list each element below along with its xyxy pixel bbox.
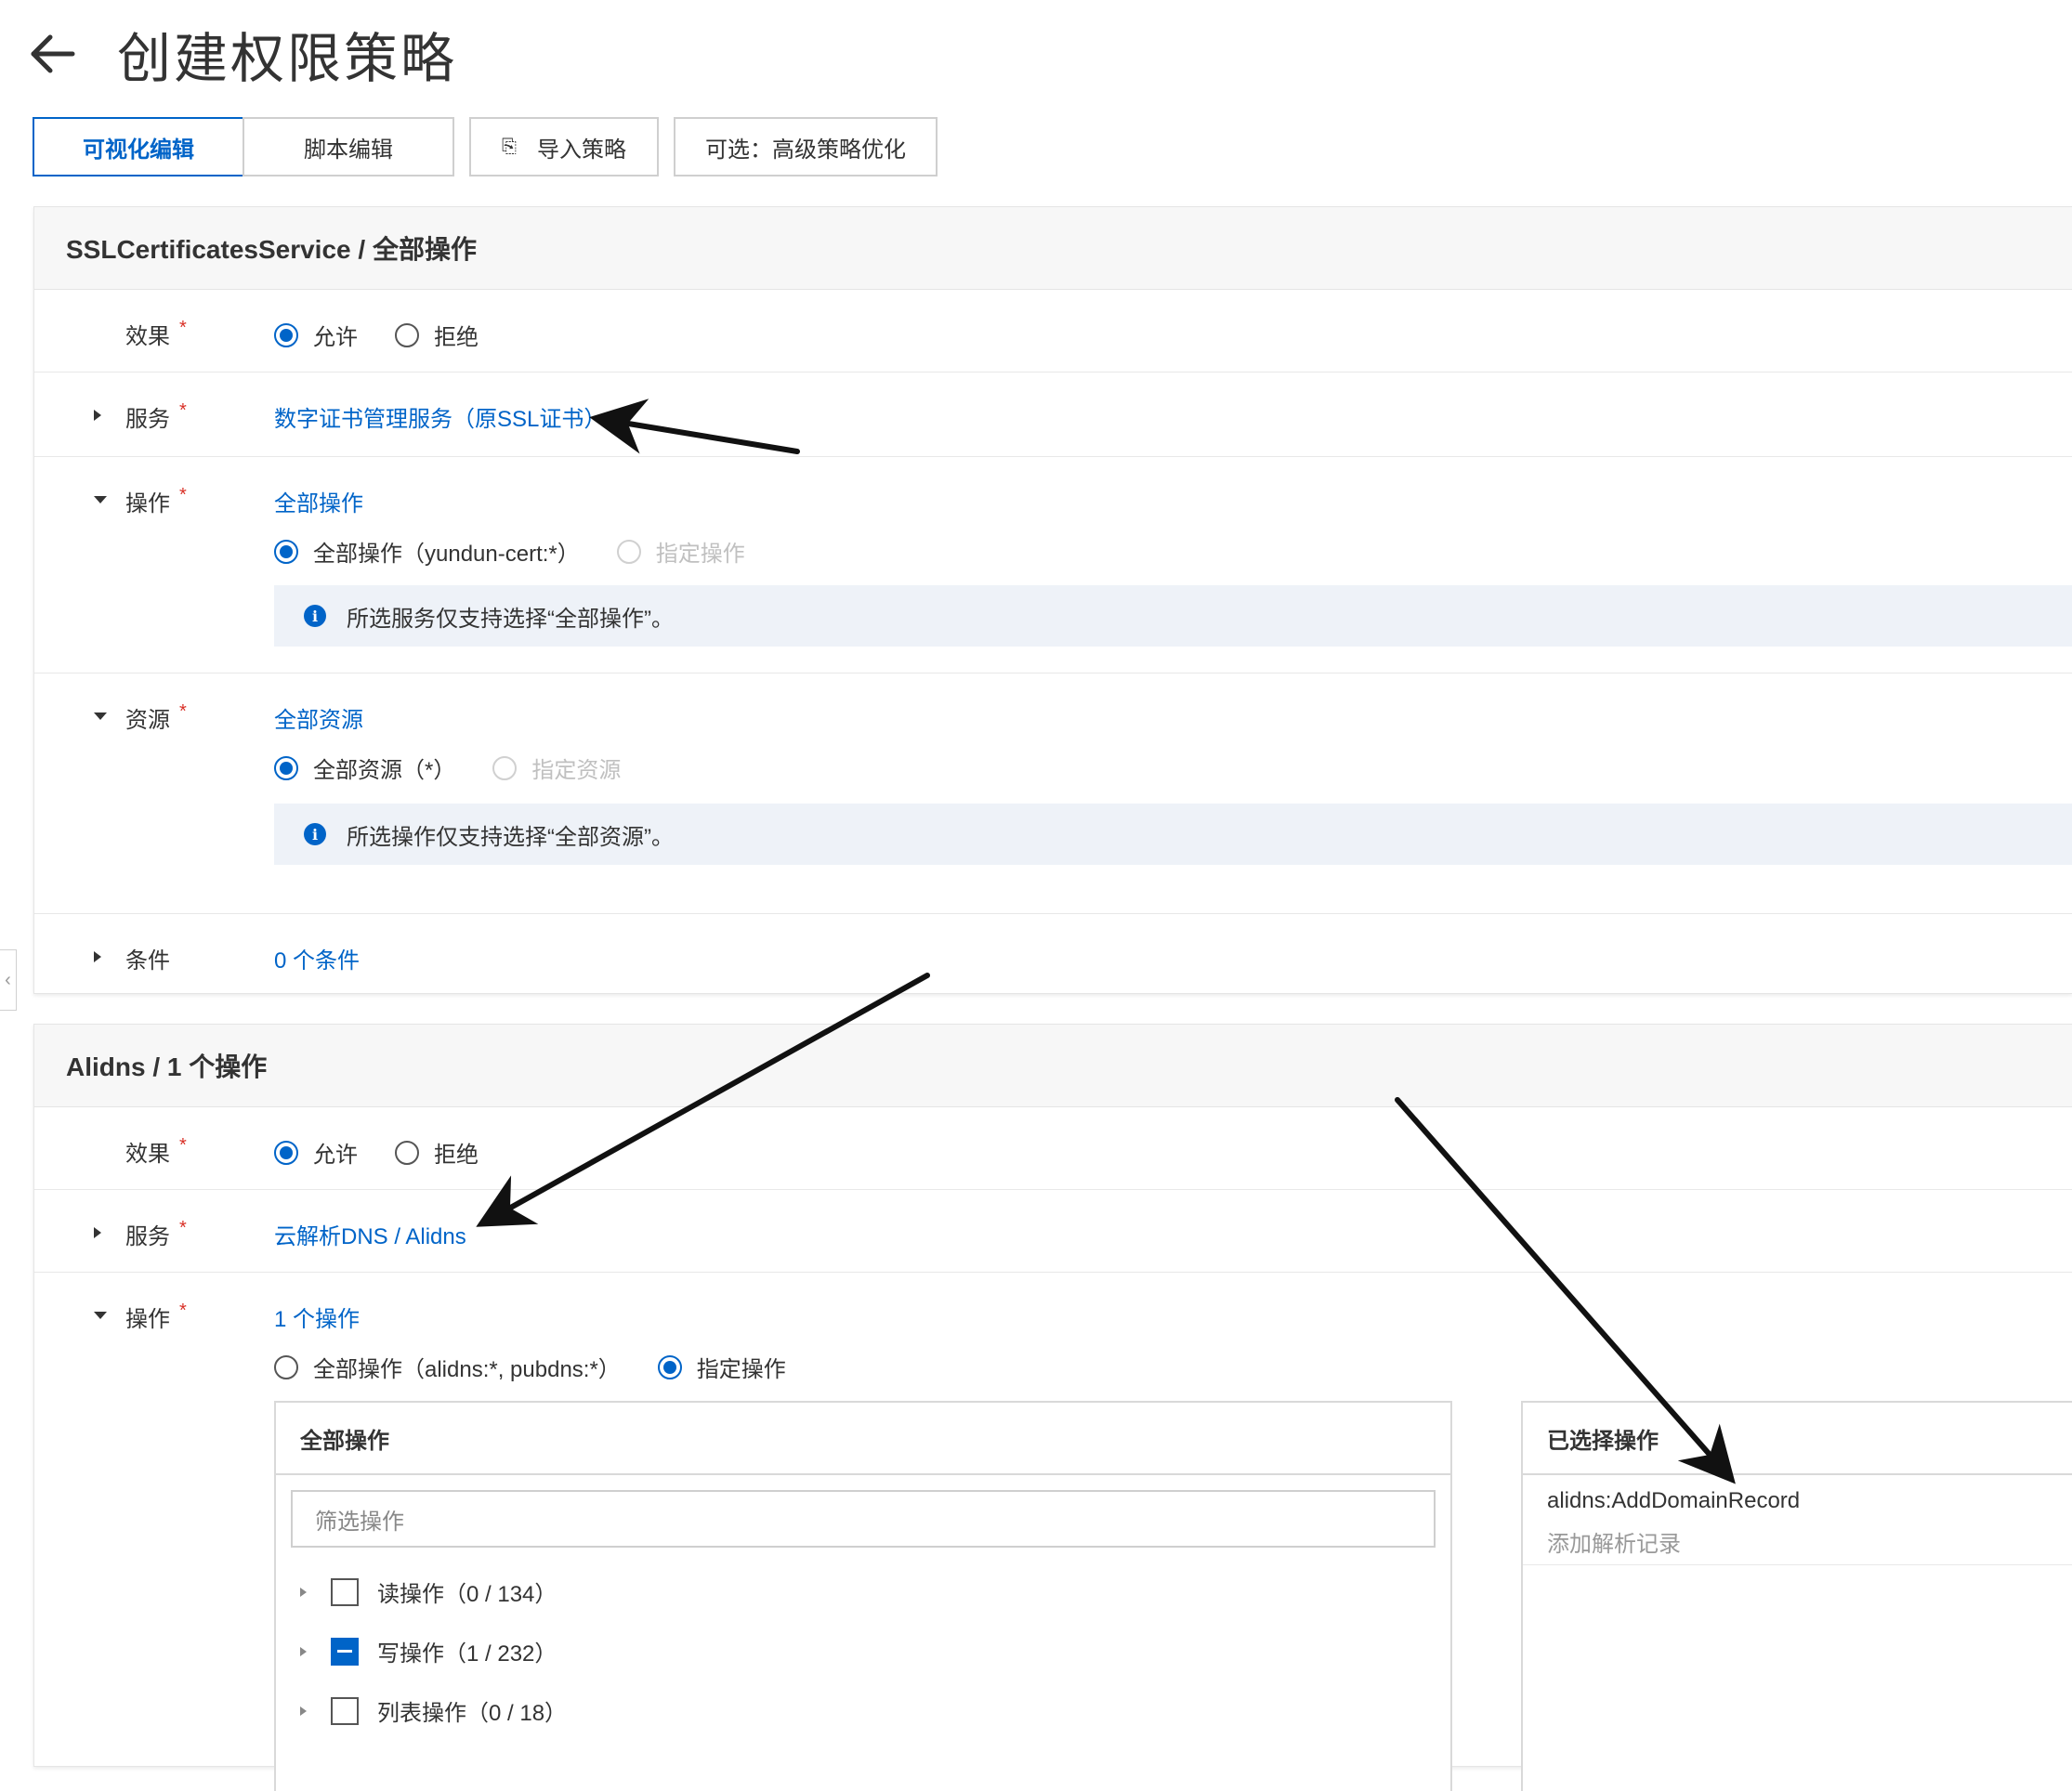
statement-header[interactable]: SSLCertificatesService / 全部操作 <box>34 207 2072 290</box>
effect-allow-label[interactable]: 允许 <box>313 319 358 351</box>
service-value-link[interactable]: 云解析DNS / Alidns <box>274 1218 466 1250</box>
effect-options: 允许 拒绝 <box>274 319 479 351</box>
action-all-label[interactable]: 全部操作（alidns:*, pubdns:*） <box>313 1351 621 1383</box>
effect-deny-radio[interactable] <box>395 1140 419 1165</box>
page-header: 创建权限策略 <box>26 17 457 91</box>
list-actions-checkbox[interactable] <box>331 1696 359 1725</box>
condition-value-link[interactable]: 0 个条件 <box>274 942 360 974</box>
action-all-radio[interactable] <box>274 539 298 564</box>
service-row: 服务 * 数字证书管理服务（原SSL证书） <box>34 373 2072 457</box>
tree-item-label: 列表操作（0 / 18） <box>377 1701 568 1726</box>
statement-ssl: SSLCertificatesService / 全部操作 效果 * 允许 拒绝 … <box>33 206 2072 994</box>
service-row: 服务 * 云解析DNS / Alidns <box>34 1190 2072 1273</box>
effect-options: 允许 拒绝 <box>274 1136 479 1169</box>
selected-action-code: alidns:AddDomainRecord <box>1547 1488 1801 1513</box>
resource-notice: i 所选操作仅支持选择“全部资源”。 <box>274 804 2072 865</box>
expand-caret-icon[interactable] <box>300 1706 307 1716</box>
collapse-caret-icon[interactable] <box>94 1312 107 1319</box>
arrow-left-icon[interactable] <box>26 27 80 81</box>
condition-row: 条件 0 个条件 <box>34 914 2072 996</box>
resource-notice-text: 所选操作仅支持选择“全部资源”。 <box>347 824 674 850</box>
statement-alidns: Alidns / 1 个操作 效果 * 允许 拒绝 服务 * 云解析DNS / Al… <box>33 1024 2072 1791</box>
all-actions-title: 全部操作 <box>276 1403 1450 1475</box>
action-label: 操作 * <box>125 485 187 516</box>
import-policy-button[interactable]: ⎘ 导入策略 <box>469 117 659 176</box>
action-specific-radio[interactable] <box>657 1354 682 1379</box>
tree-item-label: 写操作（1 / 232） <box>377 1641 557 1667</box>
selected-actions-title: 已选择操作 <box>1523 1403 2072 1475</box>
page-title: 创建权限策略 <box>117 29 458 89</box>
resource-all-label[interactable]: 全部资源（*） <box>313 752 455 784</box>
action-all-radio[interactable] <box>274 1354 298 1379</box>
effect-label: 效果 * <box>125 318 187 349</box>
advanced-optimize-button[interactable]: 可选：高级策略优化 <box>674 117 938 176</box>
action-notice-text: 所选服务仅支持选择“全部操作”。 <box>347 606 674 632</box>
collapse-caret-icon[interactable] <box>94 712 107 720</box>
resource-summary[interactable]: 全部资源 <box>274 701 363 734</box>
tree-item-list[interactable]: 列表操作（0 / 18） <box>300 1694 567 1727</box>
action-all-label[interactable]: 全部操作（yundun-cert:*） <box>313 535 580 568</box>
resource-row: 资源 * 全部资源 全部资源（*） 指定资源 i 所选操作仅支持选择“全部资源”。 <box>34 673 2072 914</box>
info-icon: i <box>304 823 326 845</box>
effect-allow-label[interactable]: 允许 <box>313 1136 358 1169</box>
effect-label: 效果 * <box>125 1135 187 1167</box>
action-row: 操作 * 1 个操作 全部操作（alidns:*, pubdns:*） 指定操作 … <box>34 1273 2072 1791</box>
tab-visual-edit[interactable]: 可视化编辑 <box>33 117 244 176</box>
editor-tabs: 可视化编辑 脚本编辑 ⎘ 导入策略 可选：高级策略优化 <box>33 117 938 176</box>
condition-label: 条件 <box>125 948 170 974</box>
action-notice: i 所选服务仅支持选择“全部操作”。 <box>274 585 2072 647</box>
action-specific-radio <box>616 539 641 564</box>
effect-allow-radio[interactable] <box>274 1140 298 1165</box>
service-value-link[interactable]: 数字证书管理服务（原SSL证书） <box>274 400 606 433</box>
selected-actions-panel: 已选择操作 alidns:AddDomainRecord 添加解析记录 <box>1521 1401 2072 1791</box>
expand-caret-icon[interactable] <box>94 410 101 421</box>
tab-script-edit[interactable]: 脚本编辑 <box>243 117 454 176</box>
sidebar-collapse-handle[interactable]: ‹ <box>0 949 17 1011</box>
effect-allow-radio[interactable] <box>274 322 298 347</box>
statement-header[interactable]: Alidns / 1 个操作 <box>34 1025 2072 1107</box>
resource-options: 全部资源（*） 指定资源 <box>274 752 621 784</box>
action-specific-label[interactable]: 指定操作 <box>697 1351 786 1383</box>
expand-caret-icon[interactable] <box>300 1646 307 1656</box>
effect-deny-label[interactable]: 拒绝 <box>434 319 479 351</box>
collapse-caret-icon[interactable] <box>94 496 107 503</box>
expand-caret-icon[interactable] <box>94 951 101 962</box>
action-options: 全部操作（yundun-cert:*） 指定操作 <box>274 535 745 568</box>
service-label: 服务 * <box>125 1218 187 1249</box>
resource-label: 资源 * <box>125 701 187 733</box>
action-specific-label: 指定操作 <box>655 542 745 567</box>
resource-specific-radio <box>492 755 518 780</box>
action-row: 操作 * 全部操作 全部操作（yundun-cert:*） 指定操作 i 所选服务… <box>34 457 2072 673</box>
tree-item-read[interactable]: 读操作（0 / 134） <box>300 1575 557 1608</box>
selected-action-desc: 添加解析记录 <box>1547 1532 1681 1557</box>
import-icon: ⎘ <box>502 136 517 157</box>
effect-deny-radio[interactable] <box>395 322 419 347</box>
tree-item-write[interactable]: 写操作（1 / 232） <box>300 1635 557 1667</box>
action-label: 操作 * <box>125 1301 187 1332</box>
resource-specific-label: 指定资源 <box>531 758 622 783</box>
import-policy-label: 导入策略 <box>537 137 626 163</box>
resource-all-radio[interactable] <box>274 755 298 780</box>
expand-caret-icon[interactable] <box>94 1227 101 1238</box>
expand-caret-icon[interactable] <box>300 1587 307 1597</box>
service-label: 服务 * <box>125 400 187 432</box>
effect-row: 效果 * 允许 拒绝 <box>34 1107 2072 1190</box>
read-actions-checkbox[interactable] <box>331 1577 359 1606</box>
chevron-left-icon: ‹ <box>5 969 11 990</box>
action-options: 全部操作（alidns:*, pubdns:*） 指定操作 <box>274 1351 786 1383</box>
info-icon: i <box>304 605 326 627</box>
effect-deny-label[interactable]: 拒绝 <box>434 1136 479 1169</box>
filter-actions-input[interactable]: 筛选操作 <box>291 1490 1436 1548</box>
tree-item-label: 读操作（0 / 134） <box>377 1582 557 1607</box>
effect-row: 效果 * 允许 拒绝 <box>34 290 2072 373</box>
write-actions-checkbox[interactable] <box>331 1637 359 1666</box>
action-summary[interactable]: 1 个操作 <box>274 1301 360 1333</box>
action-summary[interactable]: 全部操作 <box>274 485 363 517</box>
selected-action-item[interactable]: alidns:AddDomainRecord 添加解析记录 <box>1523 1475 2072 1565</box>
all-actions-panel: 全部操作 筛选操作 读操作（0 / 134） 写操作（1 / 232） 列表操作… <box>274 1401 1452 1791</box>
